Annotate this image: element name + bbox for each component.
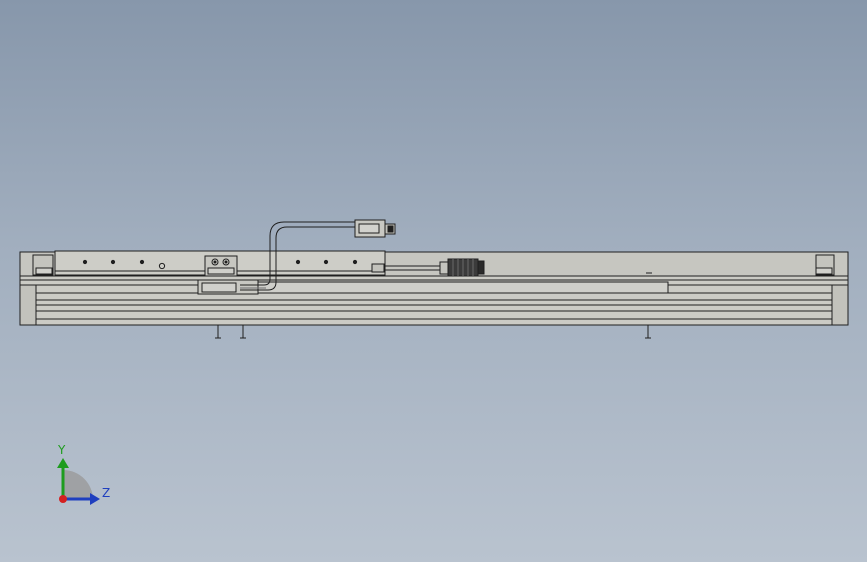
cad-model-view[interactable] — [0, 0, 867, 562]
graphics-viewport[interactable]: Y Z — [0, 0, 867, 562]
z-axis-label: Z — [102, 486, 111, 500]
z-axis-arrowhead — [90, 493, 100, 505]
y-axis-arrowhead — [57, 458, 69, 468]
sensor-connector[interactable] — [354, 219, 396, 238]
coordinate-triad — [57, 458, 100, 505]
y-axis-label: Y — [58, 443, 66, 457]
triad-quadrant-shading — [63, 470, 93, 500]
origin-point — [59, 495, 67, 503]
